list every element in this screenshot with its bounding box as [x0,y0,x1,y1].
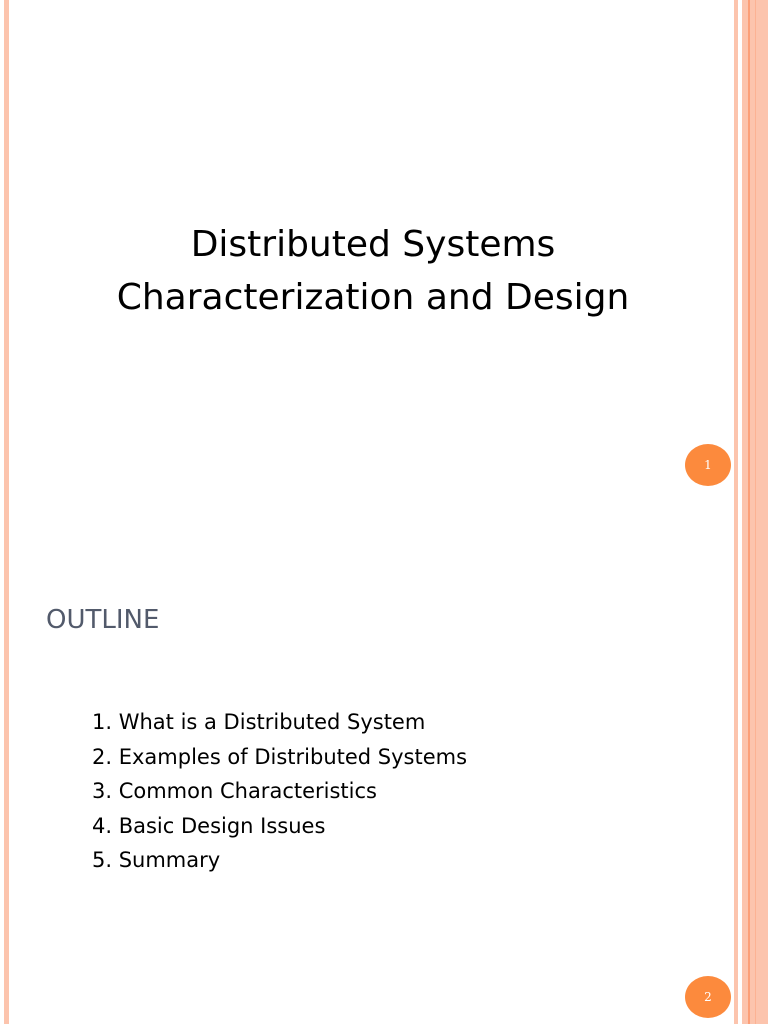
right-border-line [755,0,756,1024]
list-item: 1. What is a Distributed System [92,710,426,734]
right-border-thin [734,0,738,1024]
outline-heading: OUTLINE [46,605,160,635]
title-line-2: Characterization and Design [116,277,630,318]
outline-list: 1. What is a Distributed System 2. Examp… [92,705,467,878]
page-number-badge: 2 [685,976,731,1018]
title-line-1: Distributed Systems [190,224,556,265]
list-item: 3. Common Characteristics [92,779,377,803]
page-number-badge: 1 [685,444,731,486]
list-item: 5. Summary [92,848,221,872]
list-item: 2. Examples of Distributed Systems [92,744,468,769]
right-border-line [748,0,750,1024]
slide-title: Distributed Systems Characterization and… [0,218,746,324]
left-border [4,0,9,1024]
list-item: 4. Basic Design Issues [92,813,326,838]
